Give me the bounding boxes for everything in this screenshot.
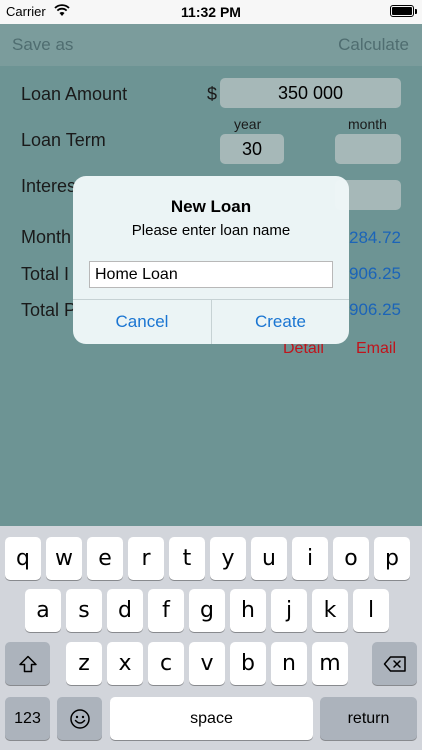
key-w[interactable]: w: [46, 537, 82, 580]
key-n[interactable]: n: [271, 642, 307, 685]
new-loan-alert: New Loan Please enter loan name Home Loa…: [73, 176, 349, 344]
email-link[interactable]: Email: [356, 340, 396, 358]
key-k[interactable]: k: [312, 589, 348, 632]
key-q[interactable]: q: [5, 537, 41, 580]
key-a[interactable]: a: [25, 589, 61, 632]
key-p[interactable]: p: [374, 537, 410, 580]
key-i[interactable]: i: [292, 537, 328, 580]
key-t[interactable]: t: [169, 537, 205, 580]
currency-symbol: $: [207, 84, 218, 104]
key-b[interactable]: b: [230, 642, 266, 685]
shift-icon: [18, 655, 37, 672]
key-v[interactable]: v: [189, 642, 225, 685]
loan-amount-field[interactable]: 350 000: [220, 78, 401, 108]
space-key[interactable]: space: [110, 697, 313, 740]
status-time: 11:32 PM: [181, 4, 241, 20]
key-l[interactable]: l: [353, 589, 389, 632]
battery-icon: [390, 5, 417, 17]
keyboard: q w e r t y u i o p a s d f g h j k l z …: [0, 526, 422, 750]
interest-label: Interes: [21, 176, 77, 196]
monthly-payment-label: Month: [21, 227, 72, 247]
backspace-icon: [383, 655, 406, 672]
loan-term-label: Loan Term: [21, 130, 106, 150]
emoji-key[interactable]: [57, 697, 102, 740]
term-month-field[interactable]: [335, 134, 401, 164]
key-o[interactable]: o: [333, 537, 369, 580]
loan-name-input[interactable]: Home Loan: [89, 261, 333, 288]
loan-amount-label: Loan Amount: [21, 84, 128, 104]
key-x[interactable]: x: [107, 642, 143, 685]
month-label: month: [348, 116, 387, 132]
total-interest-label: Total I: [21, 264, 70, 284]
key-y[interactable]: y: [210, 537, 246, 580]
return-key[interactable]: return: [320, 697, 417, 740]
key-h[interactable]: h: [230, 589, 266, 632]
alert-title: New Loan: [170, 197, 252, 216]
alert-message: Please enter loan name: [131, 222, 291, 239]
key-m[interactable]: m: [312, 642, 348, 685]
emoji-icon: [69, 708, 90, 729]
key-f[interactable]: f: [148, 589, 184, 632]
key-u[interactable]: u: [251, 537, 287, 580]
year-label: year: [234, 116, 262, 132]
key-d[interactable]: d: [107, 589, 143, 632]
save-as-button[interactable]: Save as: [12, 35, 73, 55]
calculate-button[interactable]: Calculate: [338, 35, 409, 55]
total-interest-value: 906.25: [349, 264, 401, 283]
key-r[interactable]: r: [128, 537, 164, 580]
navigation-bar: Save as Calculate: [0, 24, 422, 66]
monthly-payment-value: 284.72: [349, 228, 401, 247]
cancel-button[interactable]: Cancel: [73, 300, 211, 344]
delete-key[interactable]: [372, 642, 417, 685]
key-j[interactable]: j: [271, 589, 307, 632]
create-button[interactable]: Create: [212, 300, 349, 344]
term-year-field[interactable]: 30: [220, 134, 284, 164]
total-payment-label: Total P: [21, 300, 77, 320]
key-e[interactable]: e: [87, 537, 123, 580]
key-c[interactable]: c: [148, 642, 184, 685]
total-payment-value: 906.25: [349, 300, 401, 319]
key-s[interactable]: s: [66, 589, 102, 632]
status-bar: Carrier 11:32 PM: [0, 0, 422, 24]
shift-key[interactable]: [5, 642, 50, 685]
key-z[interactable]: z: [66, 642, 102, 685]
key-g[interactable]: g: [189, 589, 225, 632]
numbers-key[interactable]: 123: [5, 697, 50, 740]
